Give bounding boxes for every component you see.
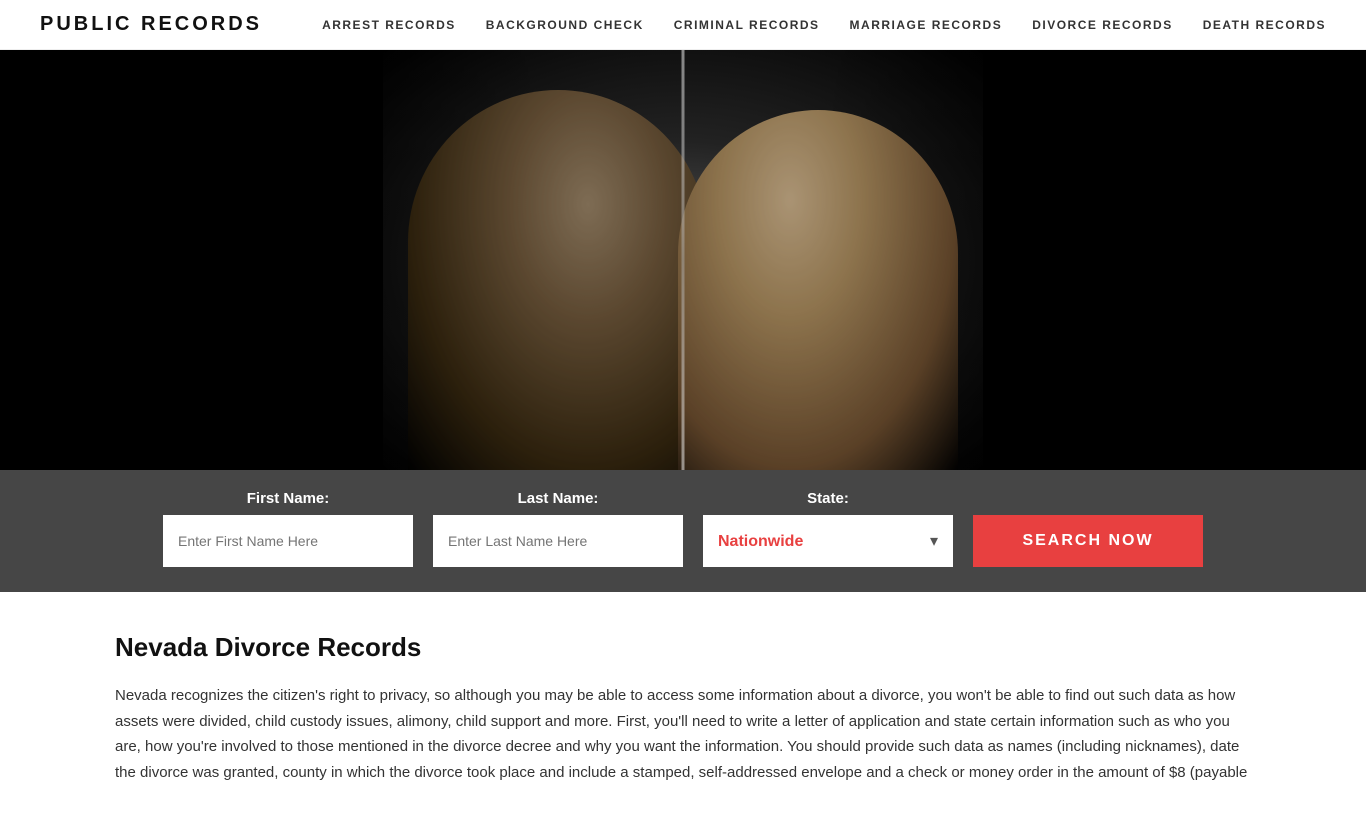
nav-divorce-records[interactable]: DIVORCE RECORDS bbox=[1032, 18, 1173, 32]
nav-arrest-records[interactable]: ARREST RECORDS bbox=[322, 18, 456, 32]
page-title: Nevada Divorce Records bbox=[115, 632, 1251, 663]
person-right-figure bbox=[678, 110, 958, 470]
hero-section bbox=[0, 50, 1366, 470]
main-nav: ARREST RECORDS BACKGROUND CHECK CRIMINAL… bbox=[322, 18, 1326, 32]
last-name-label: Last Name: bbox=[433, 490, 683, 507]
nav-criminal-records[interactable]: CRIMINAL RECORDS bbox=[674, 18, 820, 32]
state-label: State: bbox=[703, 490, 953, 507]
state-select-wrapper: Nationwide Alabama Alaska Arizona Arkans… bbox=[703, 515, 953, 567]
site-header: PUBLIC RECORDS ARREST RECORDS BACKGROUND… bbox=[0, 0, 1366, 50]
state-field: State: Nationwide Alabama Alaska Arizona… bbox=[703, 490, 953, 567]
first-name-field: First Name: bbox=[163, 490, 413, 567]
main-content: Nevada Divorce Records Nevada recognizes… bbox=[0, 592, 1366, 825]
nav-death-records[interactable]: DEATH RECORDS bbox=[1203, 18, 1326, 32]
person-left-figure bbox=[408, 90, 708, 470]
site-logo[interactable]: PUBLIC RECORDS bbox=[40, 13, 262, 36]
nav-background-check[interactable]: BACKGROUND CHECK bbox=[486, 18, 644, 32]
hero-divider bbox=[682, 50, 685, 470]
first-name-input[interactable] bbox=[163, 515, 413, 567]
nav-marriage-records[interactable]: MARRIAGE RECORDS bbox=[850, 18, 1003, 32]
search-bar: First Name: Last Name: State: Nationwide… bbox=[0, 470, 1366, 592]
state-select[interactable]: Nationwide Alabama Alaska Arizona Arkans… bbox=[703, 515, 953, 567]
first-name-label: First Name: bbox=[163, 490, 413, 507]
last-name-input[interactable] bbox=[433, 515, 683, 567]
last-name-field: Last Name: bbox=[433, 490, 683, 567]
content-body: Nevada recognizes the citizen's right to… bbox=[115, 683, 1251, 785]
search-now-button[interactable]: SEARCH NOW bbox=[973, 515, 1203, 567]
